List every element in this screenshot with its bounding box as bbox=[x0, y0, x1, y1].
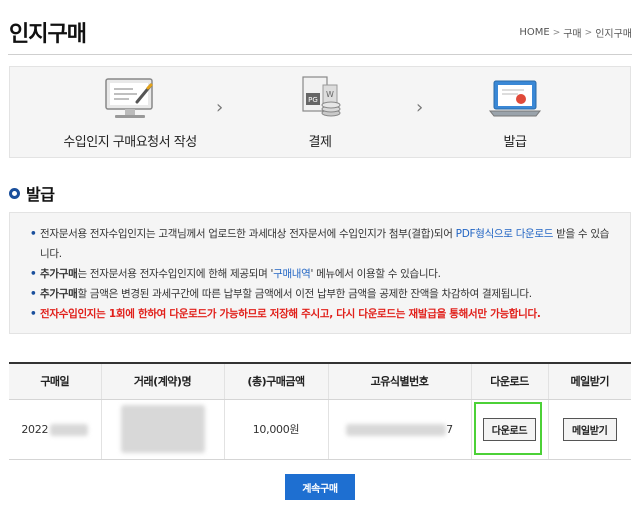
column-header: 고유식별번호 bbox=[328, 362, 472, 400]
table-header-row: 구매일 거래(계약)명 (총)구매금액 고유식별번호 다운로드 메일받기 bbox=[9, 362, 631, 400]
continue-purchase-button[interactable]: 계속구매 bbox=[285, 474, 355, 500]
notice-item: • 추가구매할 금액은 변경된 과세구간에 따른 납부할 금액에서 이전 납부한 … bbox=[30, 284, 616, 304]
breadcrumb-separator: > bbox=[584, 27, 593, 38]
section-title: 발급 bbox=[9, 181, 55, 205]
pdf-download-link: PDF형식으로 다운로드 bbox=[455, 228, 554, 240]
contract-name-cell bbox=[101, 399, 225, 460]
title-divider bbox=[8, 54, 632, 55]
breadcrumb-separator: > bbox=[552, 27, 561, 38]
payment-document-coins-icon: PG W bbox=[302, 76, 341, 117]
column-header: (총)구매금액 bbox=[224, 362, 329, 400]
redacted-value bbox=[50, 423, 89, 436]
process-steps: 수입인지 구매요청서 작성 › PG W 결제 › 발급 bbox=[9, 66, 631, 158]
mail-cell: 메일받기 bbox=[548, 399, 631, 460]
step-request-form: 수입인지 구매요청서 작성 bbox=[30, 67, 230, 159]
bullet-icon: • bbox=[30, 308, 37, 320]
column-header: 메일받기 bbox=[548, 362, 631, 400]
breadcrumb: HOME > 구매 > 인지구매 bbox=[519, 25, 632, 40]
step-label: 수입인지 구매요청서 작성 bbox=[63, 135, 197, 150]
redacted-value bbox=[346, 423, 447, 436]
notice-box: • 전자문서용 전자수입인지는 고객님께서 업로드한 과세대상 전자문서에 수입인… bbox=[9, 212, 631, 334]
bullet-icon: • bbox=[30, 228, 37, 240]
step-label: 발급 bbox=[503, 135, 527, 150]
column-header: 거래(계약)명 bbox=[101, 362, 225, 400]
svg-text:PG: PG bbox=[308, 96, 318, 104]
bullet-icon: • bbox=[30, 288, 37, 300]
redacted-value bbox=[120, 405, 205, 453]
svg-text:W: W bbox=[326, 90, 334, 99]
amount-cell: 10,000원 bbox=[224, 399, 329, 460]
page-title: 인지구매 bbox=[9, 22, 87, 47]
step-payment: PG W 결제 bbox=[220, 67, 420, 159]
receive-mail-button[interactable]: 메일받기 bbox=[562, 417, 617, 441]
notice-item: • 전자문서용 전자수입인지는 고객님께서 업로드한 과세대상 전자문서에 수입인… bbox=[30, 224, 616, 264]
download-button[interactable]: 다운로드 bbox=[482, 417, 537, 441]
purchase-table: 구매일 거래(계약)명 (총)구매금액 고유식별번호 다운로드 메일받기 202… bbox=[9, 362, 631, 460]
column-header: 다운로드 bbox=[471, 362, 549, 400]
laptop-certificate-icon bbox=[488, 80, 542, 117]
section-title-text: 발급 bbox=[26, 185, 55, 204]
purchase-history-link[interactable]: 구매내역 bbox=[273, 268, 311, 280]
notice-item: • 추가구매는 전자문서용 전자수입인지에 한해 제공되며 '구매내역' 메뉴에서… bbox=[30, 264, 616, 284]
monitor-pen-icon bbox=[105, 78, 153, 118]
notice-item-warning: • 전자수입인지는 1회에 한하여 다운로드가 가능하므로 저장해 주시고, 다시… bbox=[30, 304, 616, 324]
table-row: 2022 10,000원 7 다운로드 메일받기 bbox=[9, 399, 631, 460]
bullet-icon: • bbox=[30, 268, 37, 280]
step-issuance: 발급 bbox=[415, 67, 615, 159]
download-cell: 다운로드 bbox=[471, 399, 549, 460]
purchase-date-cell: 2022 bbox=[9, 399, 102, 460]
breadcrumb-current: 인지구매 bbox=[595, 29, 632, 40]
unique-id-cell: 7 bbox=[328, 399, 472, 460]
breadcrumb-purchase[interactable]: 구매 bbox=[563, 25, 581, 40]
section-bullet-icon bbox=[9, 187, 20, 199]
column-header: 구매일 bbox=[9, 362, 102, 400]
breadcrumb-home[interactable]: HOME bbox=[519, 27, 549, 38]
step-label: 결제 bbox=[308, 135, 332, 150]
